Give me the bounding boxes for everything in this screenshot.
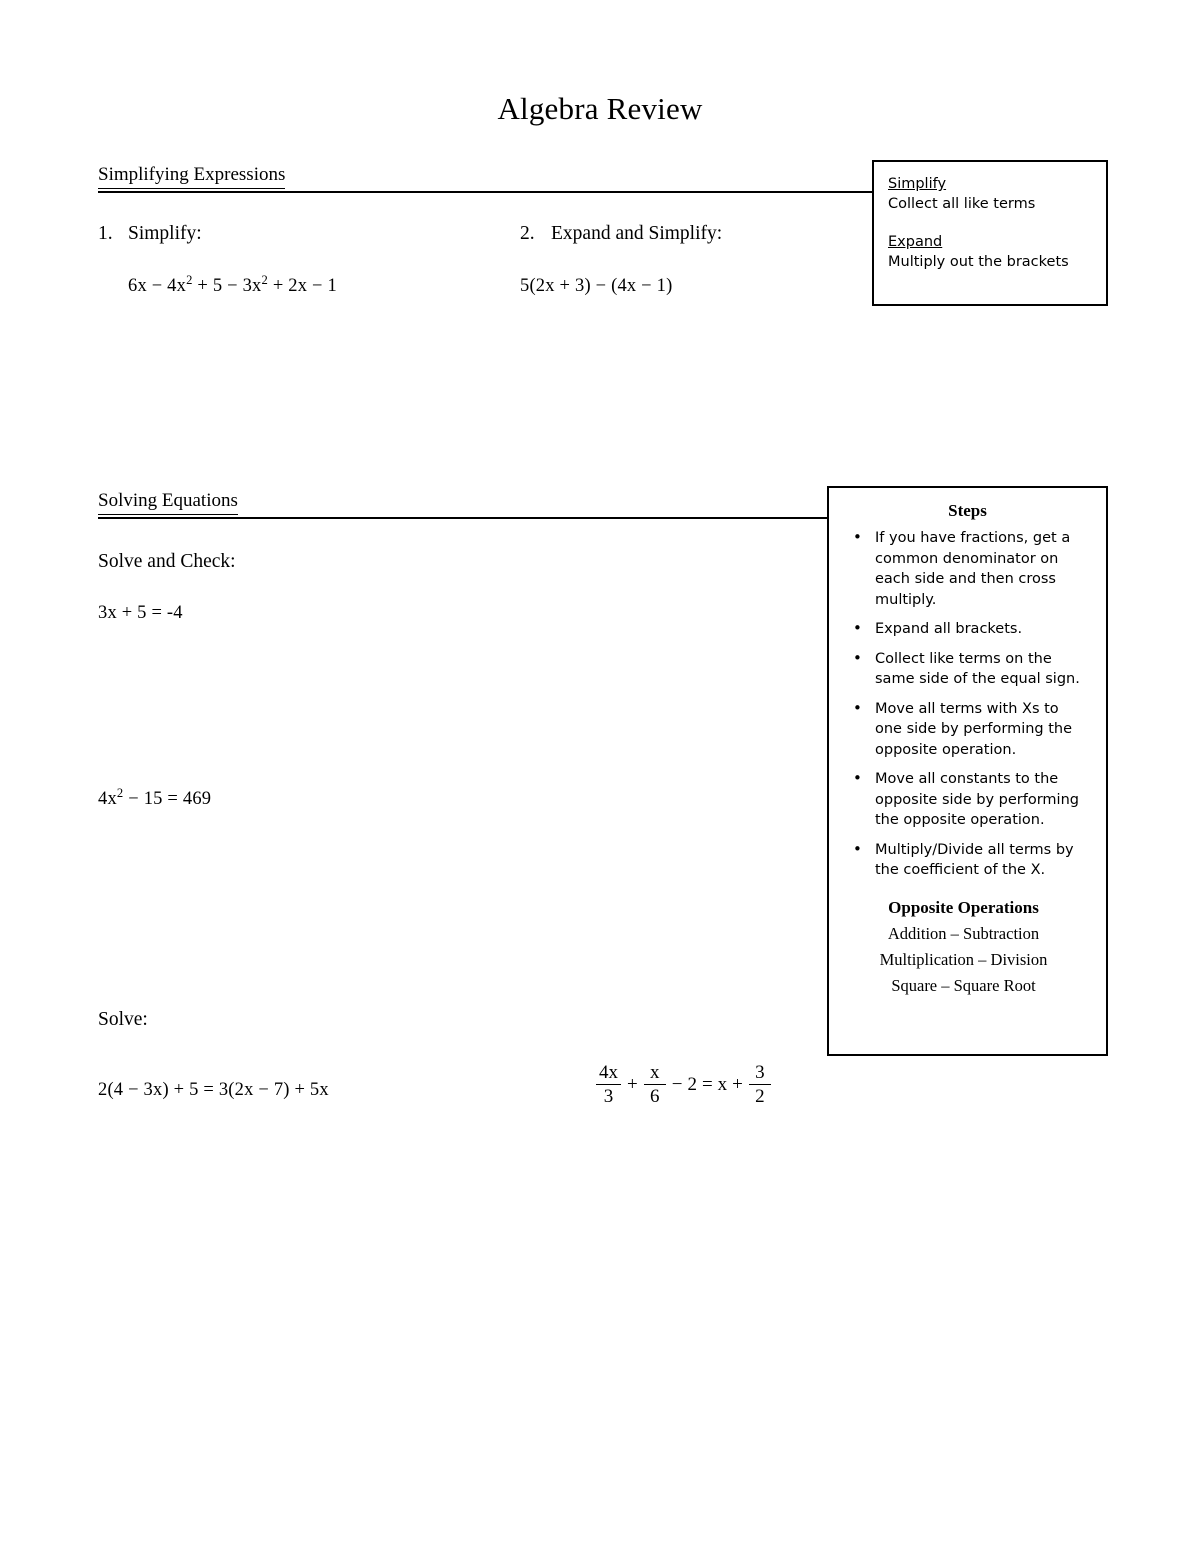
equation-1: 3x + 5 = -4 — [98, 603, 183, 623]
section-heading-solving: Solving Equations — [98, 489, 238, 515]
section-rule-simplifying — [98, 191, 872, 193]
fraction-4x-over-3: 4x 3 — [596, 1062, 621, 1107]
equation-3: 2(4 − 3x) + 5 = 3(2x − 7) + 5x — [98, 1080, 329, 1100]
operator-plus-2: + — [732, 1073, 743, 1095]
problem-1-prompt: Simplify: — [128, 223, 202, 244]
fraction-denominator: 6 — [649, 1086, 660, 1107]
term-variable-x: x — [717, 1073, 728, 1095]
term-constant-2: 2 — [687, 1073, 697, 1095]
problem-2-expression: 5(2x + 3) − (4x − 1) — [520, 276, 673, 296]
tip-definition-simplify: Collect all like terms — [888, 196, 1036, 212]
steps-list-item: If you have fractions, get a common deno… — [853, 527, 1090, 610]
operator-minus: − — [671, 1073, 683, 1095]
tip-spacer — [888, 214, 1092, 232]
steps-list-item: Expand all brackets. — [853, 618, 1090, 640]
steps-list: If you have fractions, get a common deno… — [841, 527, 1094, 881]
equation-4: 4x 3 + x 6 − 2 = x + 3 2 — [594, 1062, 773, 1107]
operator-equals: = — [701, 1073, 713, 1095]
opposite-operations-pair: Addition – Subtraction — [887, 923, 1040, 943]
problem-1-number: 1. — [98, 223, 113, 244]
fraction-numerator: x — [649, 1062, 660, 1083]
tip-term-expand: Expand — [888, 234, 943, 250]
section-heading-simplifying-label: Simplifying Expressions — [98, 163, 286, 189]
section-rule-solving — [98, 517, 827, 519]
problem-2-number: 2. — [520, 223, 535, 244]
steps-callout-content: Steps If you have fractions, get a commo… — [829, 488, 1106, 1011]
section-heading-solving-label: Solving Equations — [98, 489, 238, 515]
steps-list-item: Move all constants to the opposite side … — [853, 768, 1090, 831]
tip-term-simplify: Simplify — [888, 176, 947, 192]
operator-plus-1: + — [627, 1073, 638, 1095]
tip-callout-content: Simplify Collect all like terms Expand M… — [874, 162, 1106, 282]
fraction-x-over-6: x 6 — [643, 1062, 666, 1107]
opposite-operations-pair: Multiplication – Division — [879, 949, 1048, 969]
fraction-denominator: 2 — [755, 1086, 765, 1107]
opposite-operations-block: Opposite Operations Addition – Subtracti… — [841, 895, 1094, 999]
problem-1-expression: 6x − 4x2 + 5 − 3x2 + 2x − 1 — [128, 272, 337, 296]
fraction-3-over-2: 3 2 — [748, 1062, 771, 1107]
prompt-solve-and-check: Solve and Check: — [98, 551, 236, 572]
fraction-numerator: 4x — [599, 1062, 618, 1083]
problem-2-prompt: Expand and Simplify: — [551, 223, 723, 244]
document-page: Algebra Review Simplifying Expressions 1… — [0, 0, 1200, 1553]
fraction-denominator: 3 — [603, 1086, 614, 1107]
steps-callout-box: Steps If you have fractions, get a commo… — [827, 486, 1108, 1056]
tip-callout-box: Simplify Collect all like terms Expand M… — [872, 160, 1108, 306]
fraction-numerator: 3 — [755, 1062, 765, 1083]
opposite-operations-pair: Square – Square Root — [891, 975, 1036, 995]
steps-title: Steps — [948, 501, 987, 520]
steps-list-item: Move all terms with Xs to one side by pe… — [853, 698, 1090, 761]
section-heading-simplifying: Simplifying Expressions — [98, 163, 286, 189]
tip-definition-expand: Multiply out the brackets — [888, 254, 1069, 270]
prompt-solve: Solve: — [98, 1009, 148, 1030]
equation-2: 4x2 − 15 = 469 — [98, 785, 212, 809]
page-title: Algebra Review — [497, 91, 703, 126]
steps-list-item: Multiply/Divide all terms by the coeffic… — [853, 839, 1090, 881]
steps-list-item: Collect like terms on the same side of t… — [853, 648, 1090, 690]
opposite-operations-title: Opposite Operations — [888, 897, 1039, 917]
